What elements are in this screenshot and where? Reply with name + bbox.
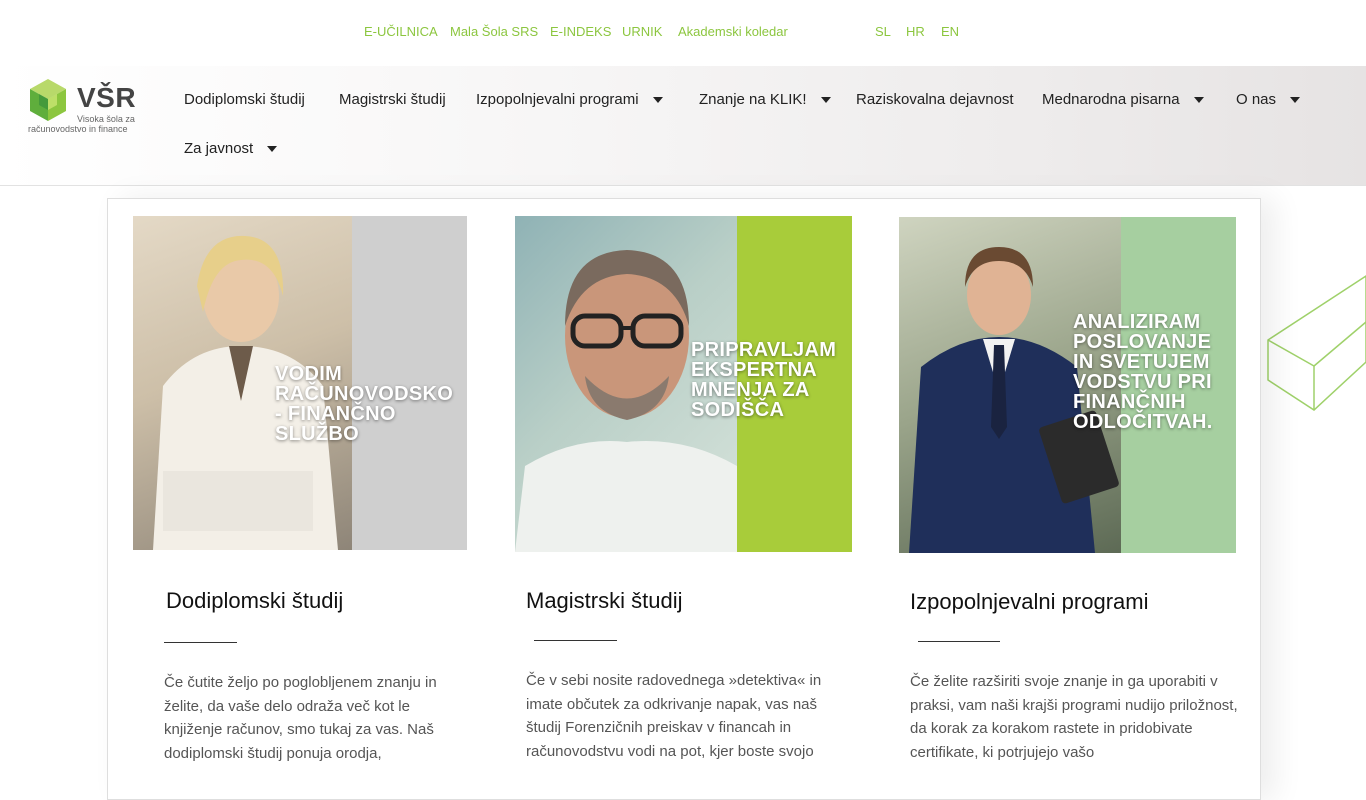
nav-label: Dodiplomski študij <box>184 91 305 108</box>
chevron-down-icon[interactable] <box>1290 96 1301 103</box>
nav-mednarodna-pisarna[interactable]: Mednarodna pisarna <box>1042 91 1204 108</box>
main-header: VŠR Visoka šola za računovodstvo in fina… <box>0 66 1366 186</box>
divider <box>918 641 1000 642</box>
chevron-down-icon[interactable] <box>1193 96 1204 103</box>
link-akademski-koledar[interactable]: Akademski koledar <box>678 24 788 39</box>
link-e-ucilnica[interactable]: E-UČILNICA <box>364 24 438 39</box>
programs-card: VODIM RAČUNOVODSKO - FINANČNO SLUŽBO PRI… <box>107 198 1261 800</box>
top-utility-bar: E-UČILNICA Mala Šola SRS E-INDEKS URNIK … <box>0 0 1366 66</box>
site-logo[interactable]: VŠR Visoka šola za računovodstvo in fina… <box>27 76 139 134</box>
nav-dodiplomski-studij[interactable]: Dodiplomski študij <box>184 91 305 108</box>
nav-label: Magistrski študij <box>339 91 446 108</box>
nav-magistrski-studij[interactable]: Magistrski študij <box>339 91 446 108</box>
slogan-text: ANALIZIRAM POSLOVANJE IN SVETUJEM VODSTV… <box>1073 311 1213 433</box>
slogan-text: VODIM RAČUNOVODSKO - FINANČNO SLUŽBO <box>275 363 454 445</box>
card-description: Če želite razširiti svoje znanje in ga u… <box>910 673 1238 761</box>
divider <box>534 640 617 641</box>
lang-sl[interactable]: SL <box>875 24 891 39</box>
chevron-down-icon[interactable] <box>267 145 278 152</box>
nav-label: O nas <box>1236 91 1277 108</box>
program-image-magistrski[interactable]: PRIPRAVLJAM EKSPERTNA MNENJA ZA SODIŠČA <box>515 216 852 552</box>
link-urnik[interactable]: URNIK <box>622 24 662 39</box>
card-title-izpopolnjevalni[interactable]: Izpopolnjevalni programi <box>910 589 1148 615</box>
program-image-dodiplomski[interactable]: VODIM RAČUNOVODSKO - FINANČNO SLUŽBO <box>133 216 467 550</box>
nav-label: Raziskovalna dejavnost <box>856 91 1014 108</box>
card-title-magistrski[interactable]: Magistrski študij <box>526 588 682 614</box>
divider <box>164 642 237 643</box>
logo-subtitle-line2: računovodstvo in finance <box>28 124 128 134</box>
nav-izpopolnjevalni-programi[interactable]: Izpopolnjevalni programi <box>476 91 663 108</box>
card-description: Če čutite željo po poglobljenem znanju i… <box>164 674 437 762</box>
nav-raziskovalna-dejavnost[interactable]: Raziskovalna dejavnost <box>856 91 1014 108</box>
nav-label: Za javnost <box>184 140 254 157</box>
card-description: Če v sebi nosite radovednega »detektiva«… <box>526 672 822 760</box>
nav-za-javnost[interactable]: Za javnost <box>184 140 278 157</box>
nav-o-nas[interactable]: O nas <box>1236 91 1301 108</box>
nav-znanje-na-klik[interactable]: Znanje na KLIK! <box>699 91 831 108</box>
nav-label: Znanje na KLIK! <box>699 91 807 108</box>
nav-label: Izpopolnjevalni programi <box>476 91 639 108</box>
link-e-indeks[interactable]: E-INDEKS <box>550 24 611 39</box>
logo-subtitle-line1: Visoka šola za <box>77 114 135 124</box>
slogan-text: PRIPRAVLJAM EKSPERTNA MNENJA ZA SODIŠČA <box>691 339 837 421</box>
program-image-izpopolnjevalni[interactable]: ANALIZIRAM POSLOVANJE IN SVETUJEM VODSTV… <box>899 217 1236 553</box>
link-mala-sola-srs[interactable]: Mala Šola SRS <box>450 24 538 39</box>
chevron-down-icon[interactable] <box>820 96 831 103</box>
logo-wordmark: VŠR <box>77 82 137 113</box>
chevron-down-icon[interactable] <box>652 96 663 103</box>
decorative-cube-icon <box>1267 275 1366 411</box>
lang-hr[interactable]: HR <box>906 24 925 39</box>
nav-label: Mednarodna pisarna <box>1042 91 1180 108</box>
logo-cube-icon <box>30 79 66 121</box>
lang-en[interactable]: EN <box>941 24 959 39</box>
card-title-dodiplomski[interactable]: Dodiplomski študij <box>166 588 343 614</box>
